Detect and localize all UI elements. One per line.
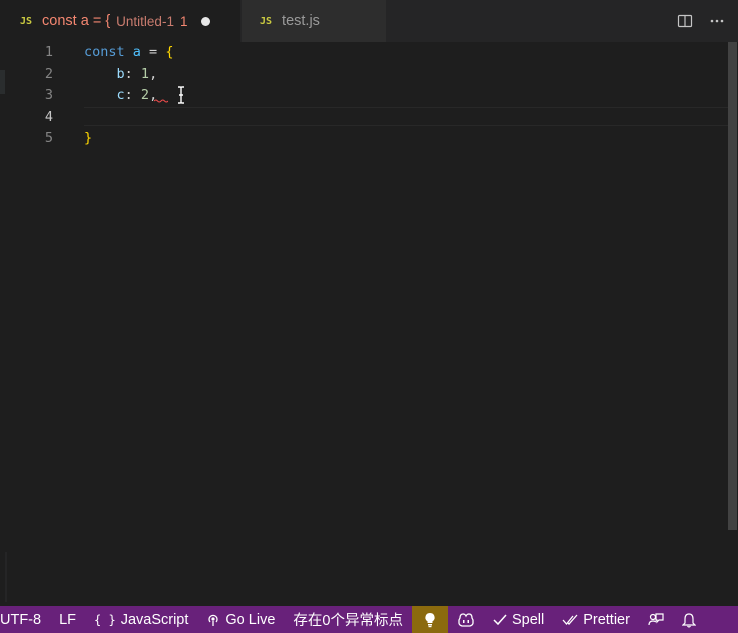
tab-problem-count: 1	[179, 13, 188, 29]
go-live-button[interactable]: Go Live	[197, 606, 284, 633]
feedback-icon	[648, 612, 664, 628]
code-token: 2	[140, 87, 150, 104]
line-number: 4	[44, 108, 53, 125]
lightbulb-icon	[424, 612, 436, 628]
status-bar: UTF-8 LF { } JavaScript Go Live 存在0个异常标点…	[0, 606, 738, 633]
code-token: {	[165, 44, 174, 60]
code-token: ,	[149, 65, 158, 82]
line-code: const a = {	[84, 42, 173, 64]
javascript-file-icon: JS	[20, 15, 33, 27]
code-token: :	[124, 87, 141, 104]
code-line[interactable]: 2 b: 1,	[0, 64, 728, 86]
tab-description: Untitled-1	[116, 13, 174, 29]
javascript-file-icon: JS	[260, 15, 273, 27]
split-editor-icon[interactable]	[676, 12, 694, 30]
code-editor[interactable]: 1 const a = { 2 b: 1, 3 c: 2, 4 5 }	[0, 42, 738, 606]
bell-icon	[681, 612, 696, 628]
current-line-highlight	[84, 106, 728, 126]
eol-status[interactable]: LF	[50, 606, 85, 633]
code-line-current[interactable]: 4	[0, 106, 728, 129]
tab-untitled-1[interactable]: JS const a = { Untitled-1 1	[0, 0, 240, 42]
go-live-label: Go Live	[225, 611, 276, 628]
line-number: 3	[44, 87, 53, 104]
code-token: }	[84, 130, 93, 147]
line-number: 2	[44, 65, 53, 82]
tab-bar-spacer	[386, 0, 676, 42]
code-token: c	[116, 87, 125, 104]
code-line[interactable]: 3 c: 2,	[0, 85, 728, 107]
vertical-scrollbar[interactable]	[728, 42, 738, 606]
spell-check-status[interactable]: Spell	[484, 606, 553, 633]
prettier-status[interactable]: Prettier	[553, 606, 639, 633]
broadcast-icon	[206, 613, 220, 627]
code-token: const	[84, 44, 125, 60]
copilot-button[interactable]	[448, 606, 484, 633]
code-token: b	[116, 65, 125, 82]
feedback-button[interactable]	[639, 606, 673, 633]
sash	[5, 552, 7, 602]
tab-title: const a = {	[42, 13, 111, 29]
line-number: 1	[44, 44, 53, 60]
code-token: 1	[140, 65, 150, 82]
encoding-status[interactable]: UTF-8	[0, 606, 50, 633]
copilot-icon	[457, 612, 475, 627]
check-icon	[493, 614, 507, 626]
code-line[interactable]: 1 const a = {	[0, 42, 728, 64]
prettier-label: Prettier	[583, 611, 630, 628]
editor-actions	[676, 0, 738, 42]
language-label: JavaScript	[120, 611, 189, 628]
unsaved-dot-icon[interactable]	[201, 16, 211, 26]
code-token: a	[132, 44, 141, 60]
code-token: :	[124, 65, 141, 82]
double-check-icon	[562, 614, 578, 626]
tab-bar: JS const a = { Untitled-1 1 JS test.js	[0, 0, 738, 42]
more-actions-icon[interactable]	[708, 12, 726, 30]
scrollbar-thumb[interactable]	[728, 42, 737, 530]
text-cursor-icon	[178, 86, 184, 104]
spell-label: Spell	[511, 611, 545, 628]
error-squiggle	[154, 99, 168, 103]
line-number: 5	[44, 130, 53, 147]
braces-icon: { }	[94, 612, 116, 627]
tab-test-js[interactable]: JS test.js	[242, 0, 386, 42]
line-code: c: 2,	[84, 85, 158, 107]
line-code: b: 1,	[84, 64, 158, 86]
lightbulb-button[interactable]	[411, 606, 448, 633]
tab-title: test.js	[282, 13, 320, 29]
punctuation-problems-status[interactable]: 存在0个异常标点	[284, 606, 412, 633]
notifications-button[interactable]	[673, 606, 705, 633]
code-token: =	[140, 44, 166, 60]
language-mode-status[interactable]: { } JavaScript	[85, 606, 197, 633]
code-line[interactable]: 5 }	[0, 128, 728, 150]
line-code: }	[84, 128, 92, 150]
